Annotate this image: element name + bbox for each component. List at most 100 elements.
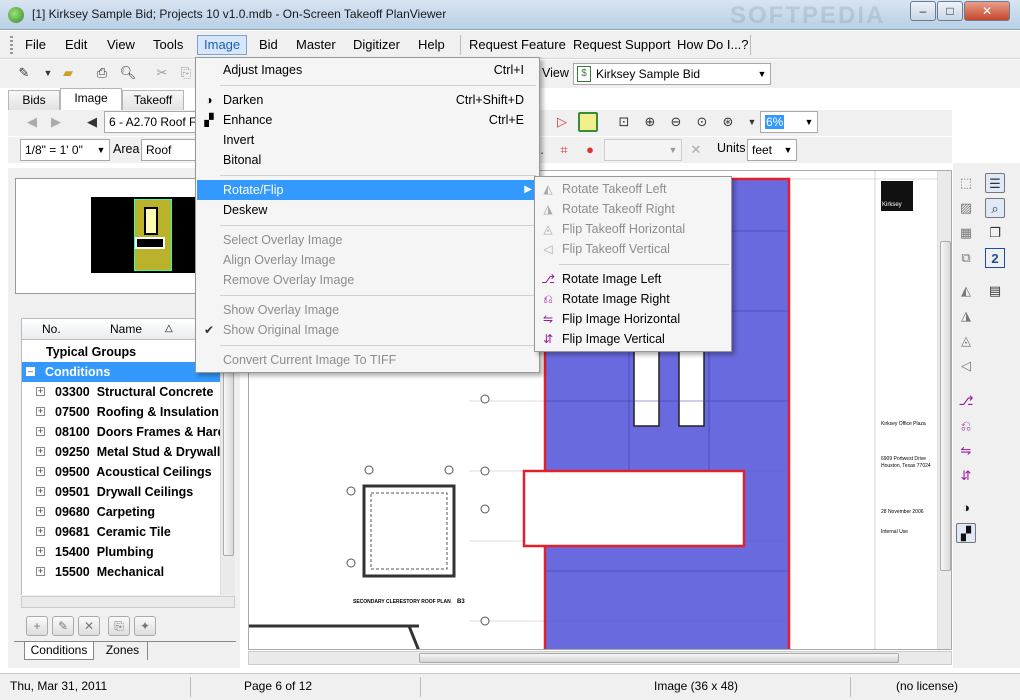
- list-icon[interactable]: ▤: [985, 281, 1005, 301]
- stack-icon[interactable]: ⧉: [956, 248, 976, 268]
- zoom-select[interactable]: 6% ▼: [760, 111, 818, 133]
- enhance-icon[interactable]: ▞: [956, 523, 976, 543]
- menu-bid[interactable]: Bid: [253, 36, 284, 56]
- grid-icon[interactable]: ▦: [956, 223, 976, 243]
- back-icon[interactable]: ◀: [22, 112, 42, 132]
- menu-invert[interactable]: Invert: [197, 130, 538, 150]
- menu-rotate-image-left[interactable]: ⎇ Rotate Image Left: [536, 269, 730, 289]
- condition-style-button[interactable]: ✦: [134, 616, 156, 636]
- tree-row[interactable]: +15500 Mechanical: [22, 562, 220, 582]
- tree-row[interactable]: +09250 Metal Stud & Drywall: [22, 442, 220, 462]
- menu-view[interactable]: View: [101, 36, 141, 56]
- menu-flip-takeoff-horizontal[interactable]: ◬ Flip Takeoff Horizontal: [536, 219, 730, 239]
- zoom-in-icon[interactable]: ⊕: [640, 112, 660, 132]
- menu-align-overlay-image[interactable]: Align Overlay Image: [197, 250, 538, 270]
- expand-icon[interactable]: +: [36, 387, 45, 396]
- bid-select[interactable]: $ Kirksey Sample Bid ▼: [573, 63, 771, 85]
- zoom-custom-icon[interactable]: ⊛: [718, 112, 738, 132]
- zoom-window-icon[interactable]: ⊡: [614, 112, 634, 132]
- zoom-out-icon[interactable]: ⊖: [666, 112, 686, 132]
- close-button[interactable]: ✕: [964, 1, 1010, 21]
- expand-icon[interactable]: +: [36, 487, 45, 496]
- column-name[interactable]: Name: [110, 322, 142, 336]
- menu-tools[interactable]: Tools: [147, 36, 189, 56]
- tree-row[interactable]: +15400 Plumbing: [22, 542, 220, 562]
- clear-icon[interactable]: ✕: [686, 140, 706, 160]
- menu-adjust-images[interactable]: Adjust Images Ctrl+I: [197, 60, 538, 80]
- menu-flip-takeoff-vertical[interactable]: ◁ Flip Takeoff Vertical: [536, 239, 730, 259]
- maximize-button[interactable]: □: [937, 1, 963, 21]
- tab-bids[interactable]: Bids: [8, 90, 60, 110]
- expand-icon[interactable]: +: [36, 527, 45, 536]
- flip-image-horizontal-icon[interactable]: ⇋: [956, 441, 976, 461]
- crop-icon[interactable]: ⌗: [554, 140, 574, 160]
- tree-row[interactable]: +09680 Carpeting: [22, 502, 220, 522]
- expand-icon[interactable]: +: [36, 427, 45, 436]
- add-condition-button[interactable]: +: [26, 616, 48, 636]
- print-icon[interactable]: ⎙: [92, 63, 112, 83]
- menu-file[interactable]: File: [19, 36, 52, 56]
- menu-image[interactable]: Image: [197, 35, 248, 55]
- menu-rotate-takeoff-right[interactable]: ◮ Rotate Takeoff Right: [536, 199, 730, 219]
- tree-row[interactable]: +09500 Acoustical Ceilings: [22, 462, 220, 482]
- tree-row[interactable]: +09501 Drywall Ceilings: [22, 482, 220, 502]
- menu-master[interactable]: Master: [290, 36, 342, 56]
- minimize-button[interactable]: –: [910, 1, 936, 21]
- scrollbar-thumb[interactable]: [940, 241, 951, 571]
- tab-zones[interactable]: Zones: [98, 642, 148, 660]
- tree-row[interactable]: +07500 Roofing & Insulation: [22, 402, 220, 422]
- expand-icon[interactable]: +: [36, 467, 45, 476]
- column-no[interactable]: No.: [42, 322, 61, 336]
- condition-select[interactable]: ▼: [604, 139, 682, 161]
- expand-icon[interactable]: +: [36, 447, 45, 456]
- tree-row-typical-groups[interactable]: Typical Groups: [22, 342, 220, 362]
- zoom-tool-icon[interactable]: ⌕: [985, 198, 1005, 218]
- drawing-hscroll[interactable]: [248, 651, 952, 665]
- drawing-vscroll[interactable]: [937, 171, 951, 649]
- tree-row[interactable]: +09681 Ceramic Tile: [22, 522, 220, 542]
- menu-flip-image-horizontal[interactable]: ⇋ Flip Image Horizontal: [536, 309, 730, 329]
- tree-row[interactable]: +08100 Doors Frames & Hard: [22, 422, 220, 442]
- rotate-takeoff-left-icon[interactable]: ◭: [956, 281, 976, 301]
- rotate-takeoff-right-icon[interactable]: ◮: [956, 306, 976, 326]
- expand-icon[interactable]: +: [36, 507, 45, 516]
- menu-rotate-flip[interactable]: Rotate/Flip ▶: [197, 180, 538, 200]
- record-icon[interactable]: ●: [580, 140, 600, 160]
- scrollbar-thumb[interactable]: [419, 653, 899, 663]
- expand-icon[interactable]: +: [36, 407, 45, 416]
- previous-page-icon[interactable]: ◀: [82, 112, 102, 132]
- page-2-icon[interactable]: 2: [985, 248, 1005, 268]
- hatch-icon[interactable]: ▨: [956, 198, 976, 218]
- menu-edit[interactable]: Edit: [59, 36, 93, 56]
- rotate-image-left-icon[interactable]: ⎇: [956, 391, 976, 411]
- menu-convert-to-tiff[interactable]: Convert Current Image To TIFF: [197, 350, 538, 370]
- zoom-dropdown-icon[interactable]: ▼: [742, 112, 762, 132]
- tree-row-conditions[interactable]: – Conditions: [22, 362, 220, 382]
- tab-conditions[interactable]: Conditions: [24, 642, 94, 660]
- scale-select[interactable]: 1/8" = 1' 0" ▼: [20, 139, 110, 161]
- play-icon[interactable]: ▷: [552, 112, 572, 132]
- menu-show-overlay-image[interactable]: Show Overlay Image: [197, 300, 538, 320]
- menu-how-do-i[interactable]: How Do I...?: [671, 36, 755, 56]
- expand-icon[interactable]: +: [36, 567, 45, 576]
- conditions-hscroll[interactable]: [21, 596, 235, 608]
- layers-icon[interactable]: ❐: [985, 223, 1005, 243]
- menu-show-original-image[interactable]: ✔ Show Original Image: [197, 320, 538, 340]
- menu-request-support[interactable]: Request Support: [567, 36, 677, 56]
- menu-enhance[interactable]: ▞ Enhance Ctrl+E: [197, 110, 538, 130]
- units-select[interactable]: feet ▼: [747, 139, 797, 161]
- menu-request-feature[interactable]: Request Feature: [463, 36, 572, 56]
- tab-image[interactable]: Image: [60, 88, 122, 110]
- zoom-fit-icon[interactable]: ⊙: [692, 112, 712, 132]
- menu-flip-image-vertical[interactable]: ⇵ Flip Image Vertical: [536, 329, 730, 349]
- menu-bitonal[interactable]: Bitonal: [197, 150, 538, 170]
- flip-takeoff-vertical-icon[interactable]: ◁: [956, 356, 976, 376]
- flip-image-vertical-icon[interactable]: ⇵: [956, 466, 976, 486]
- menu-deskew[interactable]: Deskew: [197, 200, 538, 220]
- select-points-icon[interactable]: ⬚: [956, 173, 976, 193]
- page-select[interactable]: 6 - A2.70 Roof F: [104, 111, 196, 133]
- copy-condition-button[interactable]: ⎘: [108, 616, 130, 636]
- copy-icon[interactable]: ⎘: [176, 63, 196, 83]
- open-folder-icon[interactable]: ▰: [58, 63, 78, 83]
- highlight-icon[interactable]: [578, 112, 598, 132]
